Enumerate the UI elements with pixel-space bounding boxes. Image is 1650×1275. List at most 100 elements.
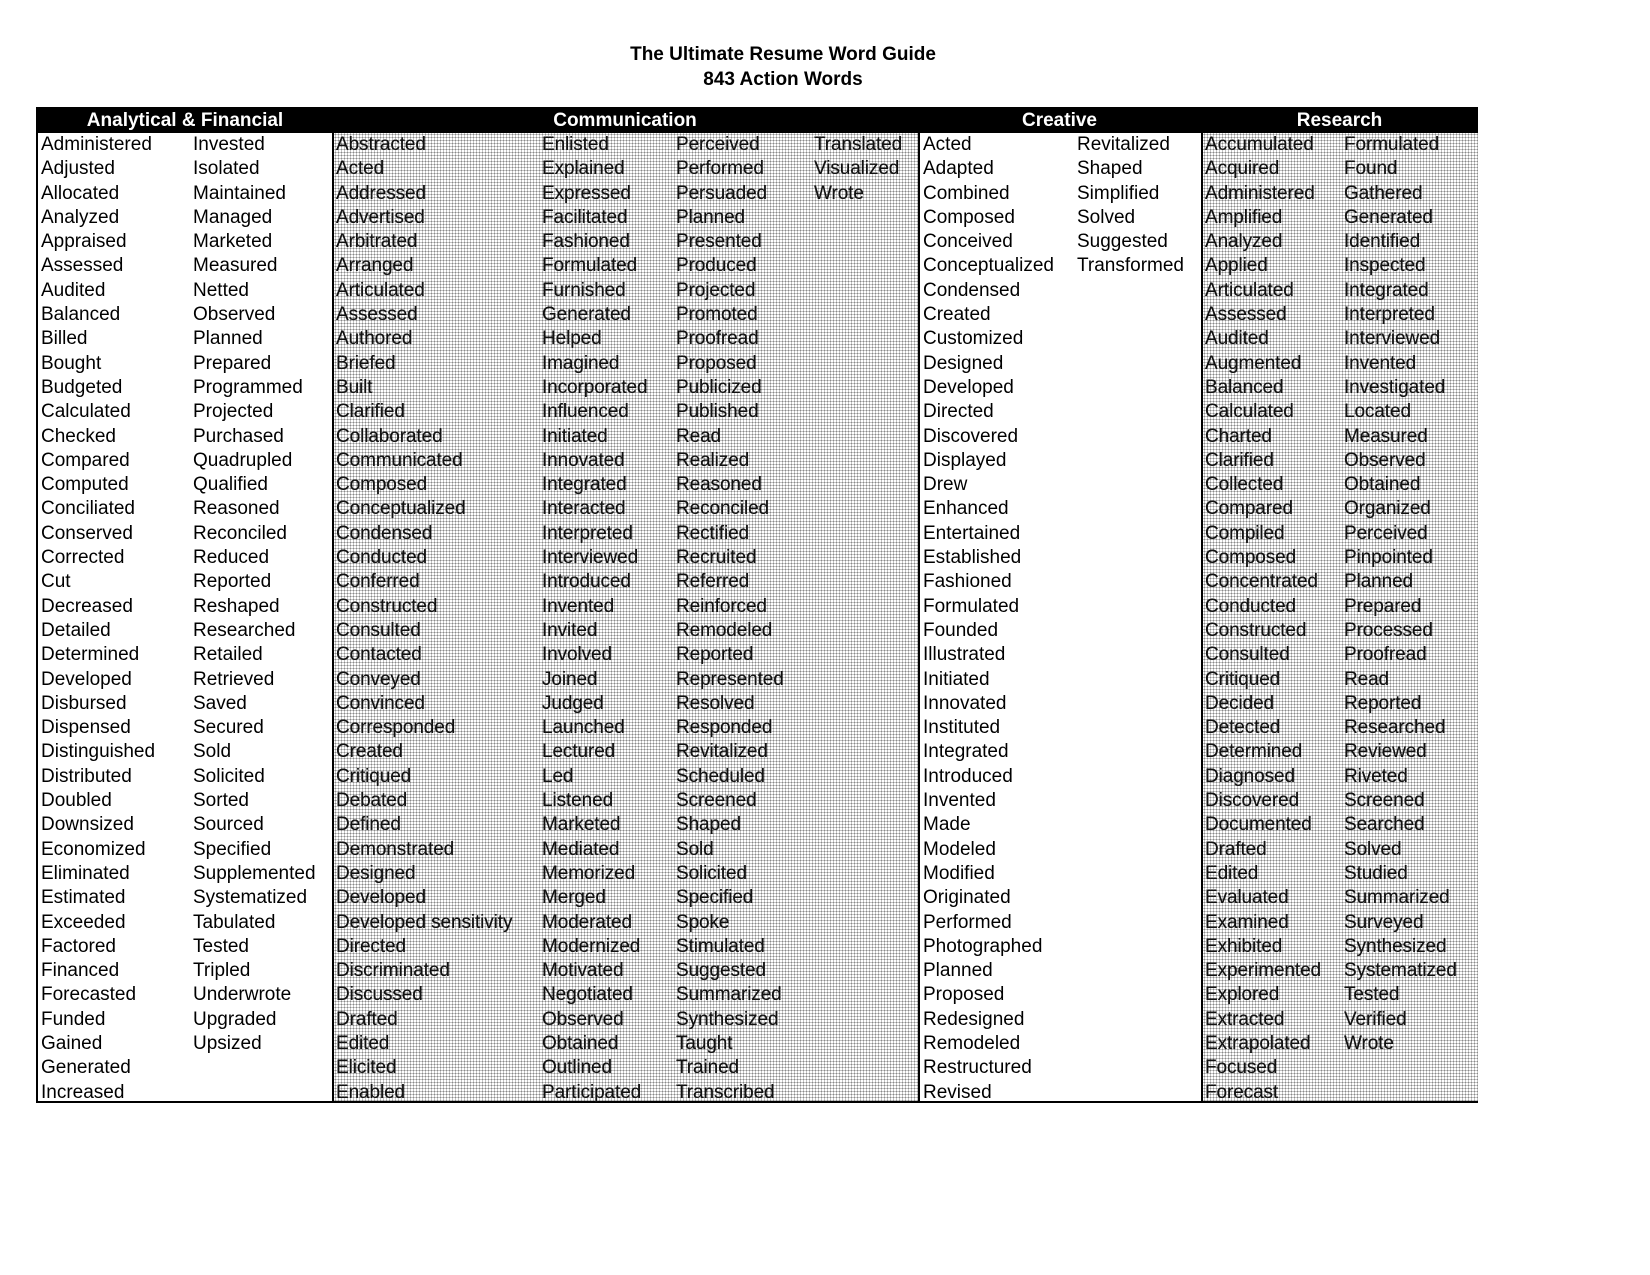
word-item: Revitalized <box>676 741 768 763</box>
word-item: Transformed <box>1077 255 1184 277</box>
communication-column-2: Enlisted Explained Expressed Facilitated Fas… <box>542 133 648 1105</box>
word-item: Constructed <box>336 595 438 617</box>
word-item: Dispensed <box>41 717 131 739</box>
word-item: Solved <box>1344 838 1402 860</box>
word-item: Interviewed <box>1344 328 1441 350</box>
word-item: Helped <box>542 328 602 350</box>
word-item: Clarified <box>1205 449 1274 471</box>
word-item: Illustrated <box>923 644 1006 666</box>
word-item: Referred <box>676 571 750 593</box>
word-item: Introduced <box>923 765 1013 787</box>
word-item: Tested <box>193 935 249 957</box>
word-item: Remodeled <box>676 619 773 641</box>
word-item: Addressed <box>336 182 426 204</box>
word-item: Studied <box>1344 862 1408 884</box>
word-item: Memorized <box>542 862 636 884</box>
word-item: Conducted <box>1205 595 1297 617</box>
word-item: Quadrupled <box>193 449 293 471</box>
word-item: Promoted <box>676 304 758 326</box>
word-item: Generated <box>41 1057 131 1079</box>
word-item: Discovered <box>923 425 1019 447</box>
word-item: Corrected <box>41 547 125 569</box>
word-item: Convinced <box>336 692 425 714</box>
word-item: Reshaped <box>193 595 280 617</box>
word-item: Balanced <box>1205 376 1284 398</box>
word-item: Sold <box>193 741 232 763</box>
word-item: Analyzed <box>1205 231 1283 253</box>
word-item: Sorted <box>193 790 249 812</box>
word-item: Suggested <box>1077 231 1168 253</box>
word-item: Conciliated <box>41 498 135 520</box>
word-item: Found <box>1344 158 1398 180</box>
word-item: Elicited <box>336 1057 397 1079</box>
word-item: Reasoned <box>193 498 280 520</box>
word-item: Economized <box>41 838 146 860</box>
word-item: Moderated <box>542 911 632 933</box>
header-research: Research <box>1201 109 1478 133</box>
word-item: Facilitated <box>542 206 628 228</box>
word-item: Examined <box>1205 911 1289 933</box>
word-item: Collected <box>1205 474 1284 496</box>
column-divider <box>332 133 334 1101</box>
word-item: Screened <box>1344 790 1425 812</box>
word-item: Decreased <box>41 595 133 617</box>
word-item: Interpreted <box>542 522 633 544</box>
word-item: Arbitrated <box>336 231 418 253</box>
word-item: Obtained <box>542 1032 619 1054</box>
word-item: Directed <box>923 401 994 423</box>
word-item: Spoke <box>676 911 730 933</box>
word-item: Underwrote <box>193 984 292 1006</box>
word-item: Constructed <box>1205 619 1307 641</box>
word-item: Assessed <box>1205 304 1287 326</box>
word-item: Generated <box>542 304 631 326</box>
word-item: Obtained <box>1344 474 1421 496</box>
word-item: Condensed <box>923 279 1021 301</box>
word-item: Eliminated <box>41 862 130 884</box>
word-item: Performed <box>923 911 1012 933</box>
word-item: Investigated <box>1344 376 1446 398</box>
word-item: Redesigned <box>923 1008 1025 1030</box>
word-item: Estimated <box>41 887 126 909</box>
word-item: Verified <box>1344 1008 1407 1030</box>
header-communication: Communication <box>332 109 918 133</box>
word-item: Corresponded <box>336 717 456 739</box>
analytical-column-1: Administered Adjusted Allocated Analyzed App… <box>41 133 155 1105</box>
word-item: Marketed <box>193 231 273 253</box>
word-item: Identified <box>1344 231 1421 253</box>
word-item: Exhibited <box>1205 935 1283 957</box>
word-item: Modeled <box>923 838 996 860</box>
word-item: Interviewed <box>542 547 639 569</box>
word-item: Solicited <box>193 765 265 787</box>
word-item: Modified <box>923 862 995 884</box>
word-item: Adjusted <box>41 158 115 180</box>
word-item: Reduced <box>193 547 270 569</box>
word-item: Wrote <box>814 182 864 204</box>
word-item: Edited <box>336 1032 390 1054</box>
word-item: Shaped <box>676 814 741 836</box>
word-item: Disbursed <box>41 692 127 714</box>
word-item: Located <box>1344 401 1411 423</box>
word-item: Adapted <box>923 158 994 180</box>
word-item: Fashioned <box>923 571 1012 593</box>
word-item: Entertained <box>923 522 1021 544</box>
word-item: Collaborated <box>336 425 443 447</box>
word-item: Upgraded <box>193 1008 277 1030</box>
word-item: Accumulated <box>1205 134 1314 155</box>
research-column-2: Formulated Found Gathered Generated Identifi… <box>1344 133 1457 1056</box>
word-item: Compiled <box>1205 522 1285 544</box>
word-item: Reconciled <box>676 498 769 520</box>
word-item: Charted <box>1205 425 1272 447</box>
word-item: Persuaded <box>676 182 768 204</box>
word-item: Specified <box>676 887 754 909</box>
word-item: Translated <box>814 134 903 155</box>
word-item: Innovated <box>542 449 625 471</box>
word-item: Secured <box>193 717 264 739</box>
word-item: Appraised <box>41 231 127 253</box>
word-item: Suggested <box>676 960 766 982</box>
word-item: Initiated <box>923 668 990 690</box>
word-item: Designed <box>923 352 1004 374</box>
word-item: Audited <box>41 279 106 301</box>
word-item: Formulated <box>1344 134 1440 155</box>
word-item: Resolved <box>676 692 755 714</box>
word-item: Compared <box>1205 498 1293 520</box>
